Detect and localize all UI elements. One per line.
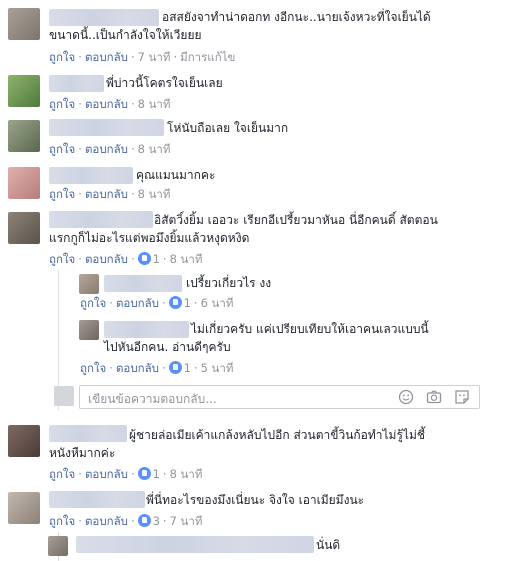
comment-text-line2: ขนาดนี้..เป็นกำลังใจให้เวียยย <box>49 28 202 42</box>
reply-placeholder: เขียนข้อความตอบกลับ... <box>88 392 217 406</box>
like-reaction-icon[interactable] <box>137 514 151 527</box>
current-user-avatar <box>54 386 74 406</box>
comment-actions: ถูกใจ · ตอบกลับ · 8 นาที <box>49 187 171 201</box>
avatar[interactable] <box>48 536 68 556</box>
timestamp[interactable]: 8 นาที <box>138 187 171 201</box>
camera-icon[interactable] <box>426 389 442 405</box>
comment-actions: ถูกใจ · ตอบกลับ · 1 · 8 นาที <box>49 252 203 266</box>
like-link[interactable]: ถูกใจ <box>80 296 106 310</box>
like-link[interactable]: ถูกใจ <box>49 187 75 201</box>
like-link[interactable]: ถูกใจ <box>49 514 75 528</box>
like-link[interactable]: ถูกใจ <box>49 142 75 156</box>
comment-text: โห่นับถือเลย ใจเย็นมาก <box>167 121 289 135</box>
reply-link[interactable]: ตอบกลับ <box>85 467 128 481</box>
like-link[interactable]: ถูกใจ <box>80 361 106 375</box>
reply-text: เปรี้ยวเกี่ยวไร งง <box>186 276 272 290</box>
like-link[interactable]: ถูกใจ <box>49 50 75 64</box>
replier-name[interactable] <box>104 275 182 292</box>
comment-text: อิสัตวิ์งยิ้ม เออวะ เรียกอีเปรี้ยวมาหันอ… <box>154 213 438 227</box>
like-link[interactable]: ถูกใจ <box>49 252 75 266</box>
reply-link[interactable]: ตอบกลับ <box>116 361 159 375</box>
commenter-name[interactable] <box>49 9 159 26</box>
timestamp[interactable]: 6 นาที <box>201 296 234 310</box>
reply-text: ไม่เกี่ยวครับ แค่เปรียบเทียบให้เอาคนเลวแ… <box>191 322 429 336</box>
like-reaction-icon[interactable] <box>137 467 151 480</box>
avatar[interactable] <box>8 492 40 524</box>
comment-actions: ถูกใจ · ตอบกลับ · 8 นาที <box>49 97 171 111</box>
reply-link[interactable]: ตอบกลับ <box>85 97 128 111</box>
replier-name[interactable] <box>76 536 314 553</box>
edited-label[interactable]: มีการแก้ไข <box>180 50 235 64</box>
comment-text: คุณแมนมากคะ <box>136 168 216 182</box>
like-link[interactable]: ถูกใจ <box>49 97 75 111</box>
avatar[interactable] <box>79 274 99 294</box>
commenter-name[interactable] <box>49 425 127 442</box>
reply-link[interactable]: ตอบกลับ <box>85 514 128 528</box>
like-link[interactable]: ถูกใจ <box>49 467 75 481</box>
comment-actions: ถูกใจ · ตอบกลับ · 3 · 7 นาที <box>49 514 203 528</box>
like-reaction-icon[interactable] <box>168 296 182 309</box>
commenter-name[interactable] <box>49 211 153 228</box>
commenter-name[interactable] <box>49 167 133 184</box>
like-reaction-icon[interactable] <box>137 252 151 265</box>
comment-actions: ถูกใจ · ตอบกลับ · 8 นาที <box>49 142 171 156</box>
avatar[interactable] <box>79 320 99 340</box>
avatar[interactable] <box>8 425 40 457</box>
like-count[interactable]: 1 <box>184 361 191 375</box>
sticker-icon[interactable] <box>454 389 470 405</box>
timestamp[interactable]: 8 นาที <box>170 252 203 266</box>
timestamp[interactable]: 7 นาที <box>170 514 203 528</box>
timestamp[interactable]: 8 นาที <box>138 97 171 111</box>
replier-name[interactable] <box>104 321 189 338</box>
avatar[interactable] <box>8 167 40 199</box>
reply-actions: ถูกใจ · ตอบกลับ · 1 · 5 นาที <box>80 361 234 375</box>
commenter-name[interactable] <box>49 119 164 136</box>
like-count[interactable]: 1 <box>153 467 160 481</box>
like-count[interactable]: 3 <box>153 514 160 528</box>
emoji-icon[interactable] <box>398 389 414 405</box>
reply-text-line2: ไปหันอีกคน. อ่านดีๆครับ <box>104 340 231 354</box>
timestamp[interactable]: 7 นาที <box>138 50 171 64</box>
commenter-name[interactable] <box>49 75 104 92</box>
avatar[interactable] <box>8 8 40 40</box>
comment-text: พี่นี่ทอะไรของมึงเนี่ยนะ จิงใจ เอาเมียมึ… <box>146 493 365 507</box>
comment-actions: ถูกใจ · ตอบกลับ · 1 · 8 นาที <box>49 467 203 481</box>
reply-link[interactable]: ตอบกลับ <box>85 187 128 201</box>
comment-text-line2: หนังหืมากค่ะ <box>49 446 116 460</box>
timestamp[interactable]: 5 นาที <box>201 361 234 375</box>
reply-input[interactable]: เขียนข้อความตอบกลับ... <box>79 385 480 409</box>
comment-text: อสสยังจาทำน่าดอกท งอีกนะ..นายเจ้งหวะที่ใ… <box>162 10 431 24</box>
reply-link[interactable]: ตอบกลับ <box>85 50 128 64</box>
reply-link[interactable]: ตอบกลับ <box>116 296 159 310</box>
comment-text: ผู้ชายล่อเมียเค้าแกล้งหลับไปอีก ส่วนตาขี… <box>129 428 425 442</box>
reply-link[interactable]: ตอบกลับ <box>85 252 128 266</box>
commenter-name[interactable] <box>49 491 145 508</box>
like-count[interactable]: 1 <box>184 296 191 310</box>
avatar[interactable] <box>8 120 40 152</box>
avatar[interactable] <box>8 75 40 107</box>
like-count[interactable]: 1 <box>153 252 160 266</box>
timestamp[interactable]: 8 นาที <box>170 467 203 481</box>
timestamp[interactable]: 8 นาที <box>138 142 171 156</box>
avatar[interactable] <box>8 212 40 244</box>
reply-actions: ถูกใจ · ตอบกลับ · 1 · 6 นาที <box>80 296 234 310</box>
like-reaction-icon[interactable] <box>168 361 182 374</box>
comment-text: พี่บ่าวนี้โคตรใจเย็นเลย <box>106 76 223 90</box>
comment-actions: ถูกใจ · ตอบกลับ · 7 นาที · มีการแก้ไข <box>49 50 236 64</box>
comment-text-line2: แรกกูก็ไม่อะไรแต่พอมึงยิ้มแล้วหงุดหงิด <box>49 231 250 245</box>
reply-text: นั่นดิ <box>316 538 341 552</box>
reply-link[interactable]: ตอบกลับ <box>85 142 128 156</box>
